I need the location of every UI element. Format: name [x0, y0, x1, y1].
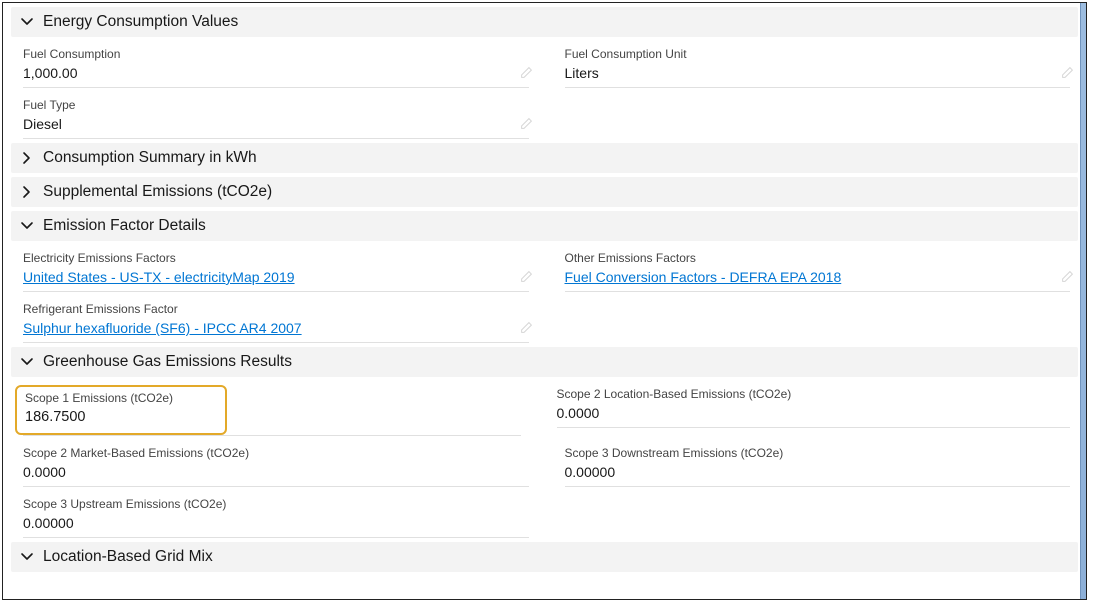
- section-header-energy[interactable]: Energy Consumption Values: [11, 7, 1078, 37]
- field-empty: [557, 491, 1079, 538]
- pencil-icon[interactable]: [520, 270, 533, 286]
- pencil-icon[interactable]: [1061, 270, 1074, 286]
- scrollbar[interactable]: [1080, 3, 1086, 599]
- field-label: Refrigerant Emissions Factor: [23, 302, 529, 316]
- field-scope3-upstream: Scope 3 Upstream Emissions (tCO2e) 0.000…: [15, 491, 537, 538]
- highlighted-scope1: Scope 1 Emissions (tCO2e) 186.7500: [15, 385, 227, 435]
- pencil-icon[interactable]: [520, 321, 533, 337]
- field-label: Scope 3 Upstream Emissions (tCO2e): [23, 497, 529, 511]
- section-header-consumption-summary[interactable]: Consumption Summary in kWh: [11, 143, 1078, 173]
- pencil-icon[interactable]: [520, 117, 533, 133]
- field-label: Scope 2 Market-Based Emissions (tCO2e): [23, 446, 529, 460]
- chevron-down-icon: [19, 549, 35, 565]
- section-title: Energy Consumption Values: [43, 13, 238, 31]
- link-refrigerant-factor[interactable]: Sulphur hexafluoride (SF6) - IPCC AR4 20…: [23, 318, 529, 343]
- field-label: Scope 2 Location-Based Emissions (tCO2e): [557, 387, 1071, 401]
- field-other-factors: Other Emissions Factors Fuel Conversion …: [557, 245, 1079, 292]
- section-title: Supplemental Emissions (tCO2e): [43, 183, 272, 201]
- field-label: Other Emissions Factors: [565, 251, 1071, 265]
- field-label: Fuel Type: [23, 98, 529, 112]
- field-label: Fuel Consumption Unit: [565, 47, 1071, 61]
- link-electricity-factors[interactable]: United States - US-TX - electricityMap 2…: [23, 267, 529, 292]
- section-title: Consumption Summary in kWh: [43, 149, 257, 167]
- section-header-ghg-results[interactable]: Greenhouse Gas Emissions Results: [11, 347, 1078, 377]
- field-label: Scope 3 Downstream Emissions (tCO2e): [565, 446, 1071, 460]
- field-fuel-consumption-unit: Fuel Consumption Unit Liters: [557, 41, 1079, 88]
- chevron-down-icon: [19, 354, 35, 370]
- field-value: 0.00000: [565, 462, 1071, 487]
- field-label: Fuel Consumption: [23, 47, 529, 61]
- section-header-factor-details[interactable]: Emission Factor Details: [11, 211, 1078, 241]
- field-scope3-downstream: Scope 3 Downstream Emissions (tCO2e) 0.0…: [557, 440, 1079, 487]
- field-label: Scope 1 Emissions (tCO2e): [25, 391, 217, 405]
- field-fuel-type: Fuel Type Diesel: [15, 92, 537, 139]
- link-other-factors[interactable]: Fuel Conversion Factors - DEFRA EPA 2018: [565, 267, 1071, 292]
- pencil-icon[interactable]: [1061, 66, 1074, 82]
- section-title: Location-Based Grid Mix: [43, 548, 213, 566]
- field-label: Electricity Emissions Factors: [23, 251, 529, 265]
- chevron-right-icon: [19, 150, 35, 166]
- chevron-down-icon: [19, 14, 35, 30]
- field-value: Diesel: [23, 114, 529, 139]
- field-electricity-factors: Electricity Emissions Factors United Sta…: [15, 245, 537, 292]
- field-value: 0.00000: [23, 513, 529, 538]
- pencil-icon[interactable]: [520, 66, 533, 82]
- field-empty: [557, 296, 1079, 343]
- section-title: Emission Factor Details: [43, 217, 206, 235]
- field-value: 186.7500: [25, 407, 217, 431]
- field-empty: [557, 92, 1079, 139]
- chevron-down-icon: [19, 218, 35, 234]
- field-value: 1,000.00: [23, 63, 529, 88]
- field-value: Liters: [565, 63, 1071, 88]
- field-value: 0.0000: [557, 403, 1071, 428]
- section-header-supplemental[interactable]: Supplemental Emissions (tCO2e): [11, 177, 1078, 207]
- field-refrigerant-factor: Refrigerant Emissions Factor Sulphur hex…: [15, 296, 537, 343]
- field-scope2-location: Scope 2 Location-Based Emissions (tCO2e)…: [549, 381, 1079, 436]
- field-value: 0.0000: [23, 462, 529, 487]
- section-title: Greenhouse Gas Emissions Results: [43, 353, 292, 371]
- field-scope2-market: Scope 2 Market-Based Emissions (tCO2e) 0…: [15, 440, 537, 487]
- field-fuel-consumption: Fuel Consumption 1,000.00: [15, 41, 537, 88]
- chevron-right-icon: [19, 184, 35, 200]
- section-header-grid-mix[interactable]: Location-Based Grid Mix: [11, 542, 1078, 572]
